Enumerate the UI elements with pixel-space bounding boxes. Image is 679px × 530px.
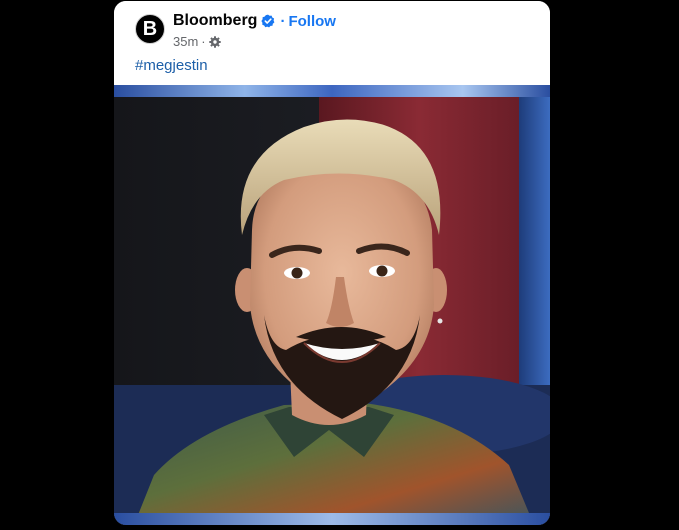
page-avatar[interactable]: B bbox=[135, 14, 165, 44]
post-header: B Bloomberg · Follow 35m · #megjestin bbox=[114, 1, 550, 85]
post-photo[interactable] bbox=[114, 85, 550, 525]
meta-separator: · bbox=[201, 34, 206, 49]
post-meta: 35m · bbox=[173, 34, 221, 49]
photo-illustration bbox=[114, 85, 550, 525]
post-hashtag[interactable]: #megjestin bbox=[135, 57, 208, 74]
follow-button[interactable]: Follow bbox=[288, 13, 336, 30]
post-card: B Bloomberg · Follow 35m · #megjestin bbox=[114, 1, 550, 525]
verified-badge-icon bbox=[261, 14, 275, 28]
post-timestamp[interactable]: 35m bbox=[173, 34, 198, 49]
follow-separator: · bbox=[280, 12, 286, 30]
avatar-letter: B bbox=[142, 17, 158, 40]
settings-icon bbox=[208, 35, 221, 48]
page-name[interactable]: Bloomberg bbox=[173, 12, 257, 30]
name-row: Bloomberg · Follow bbox=[173, 12, 336, 30]
